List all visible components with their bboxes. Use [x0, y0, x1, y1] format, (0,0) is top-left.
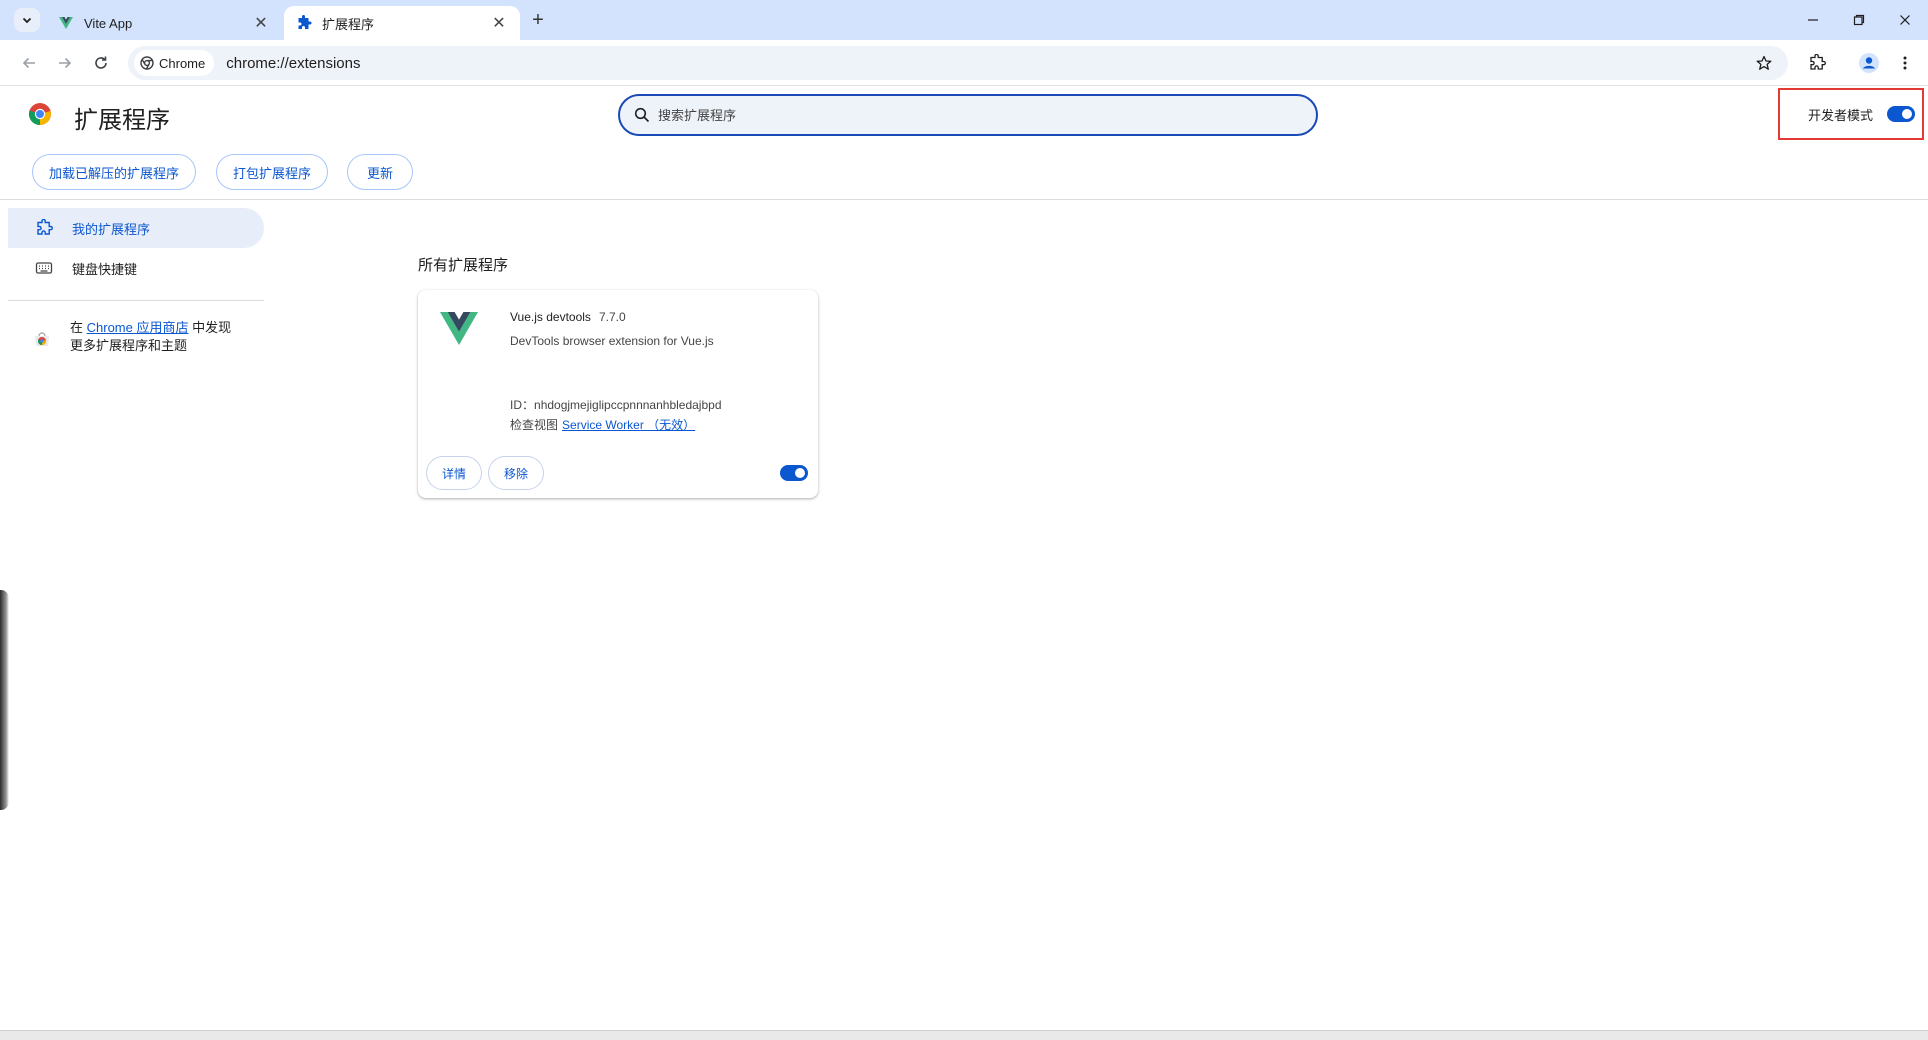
webstore-link[interactable]: Chrome 应用商店 — [87, 320, 189, 335]
vue-favicon-icon — [59, 17, 73, 29]
inspect-views-row: 检查视图 Service Worker （无效） — [510, 416, 695, 433]
reload-button[interactable] — [88, 50, 114, 76]
tab-close-icon[interactable]: ✕ — [490, 14, 508, 32]
extension-id: nhdogjmejiglipccpnnnanhbledajbpd — [534, 398, 722, 412]
developer-mode-toggle[interactable] — [1887, 106, 1916, 122]
minimize-icon — [1808, 19, 1818, 21]
arrow-left-icon — [22, 57, 35, 69]
webstore-prefix: 在 — [70, 320, 87, 335]
sidebar-item-my-extensions[interactable]: 我的扩展程序 — [8, 208, 264, 248]
star-icon — [1756, 55, 1772, 70]
tab-title: Vite App — [84, 15, 133, 31]
chip-label: Chrome — [159, 55, 206, 71]
sidebar-item-keyboard-shortcuts[interactable]: 键盘快捷键 — [8, 248, 264, 288]
extension-enable-toggle[interactable] — [780, 465, 808, 481]
url-text: chrome://extensions — [226, 54, 361, 72]
extension-id-row: ID：nhdogjmejiglipccpnnnanhbledajbpd — [510, 396, 722, 413]
developer-mode-control: 开发者模式 — [1778, 88, 1924, 140]
extension-version: 7.7.0 — [598, 310, 626, 324]
keyboard-icon — [34, 258, 54, 278]
puzzle-favicon-icon — [298, 15, 312, 29]
chrome-web-store-icon — [35, 332, 49, 346]
extension-card: Vue.js devtools 7.7.0 DevTools browser ex… — [418, 290, 818, 498]
vue-logo-icon — [440, 312, 478, 345]
sidebar-item-label: 键盘快捷键 — [72, 261, 138, 277]
chevron-down-icon — [22, 17, 32, 24]
site-info-chip[interactable]: Chrome — [134, 50, 215, 76]
load-unpacked-button[interactable]: 加载已解压的扩展程序 — [32, 154, 196, 190]
plus-icon: + — [532, 8, 544, 31]
sidebar-divider — [8, 300, 264, 301]
bookmark-button[interactable] — [1752, 51, 1776, 75]
forward-button[interactable] — [52, 50, 78, 76]
restore-button[interactable] — [1836, 0, 1882, 40]
extension-puzzle-icon — [34, 218, 54, 238]
tab-extensions[interactable]: 扩展程序 ✕ — [284, 6, 520, 40]
browser-toolbar: Chrome chrome://extensions — [0, 40, 1928, 86]
address-bar[interactable]: Chrome chrome://extensions — [128, 46, 1788, 80]
extension-description: DevTools browser extension for Vue.js — [510, 334, 714, 348]
bottom-edge — [0, 1030, 1928, 1040]
service-worker-link[interactable]: Service Worker （无效） — [562, 418, 695, 432]
sidebar: 我的扩展程序 键盘快捷键 在 Chrome 应用商店 中发现 更多扩展程序和主题 — [8, 208, 264, 355]
developer-mode-label: 开发者模式 — [1808, 107, 1874, 123]
tab-strip: Vite App ✕ 扩展程序 ✕ + — [0, 0, 1928, 40]
page-title: 扩展程序 — [74, 107, 170, 134]
webstore-promo: 在 Chrome 应用商店 中发现 更多扩展程序和主题 — [8, 313, 264, 355]
tab-search-button[interactable] — [14, 8, 40, 32]
remove-button[interactable]: 移除 — [488, 456, 544, 490]
tab-vite-app[interactable]: Vite App ✕ — [46, 6, 282, 40]
extensions-menu-button[interactable] — [1804, 50, 1830, 76]
close-window-button[interactable] — [1882, 0, 1928, 40]
webstore-text: 在 Chrome 应用商店 中发现 更多扩展程序和主题 — [70, 319, 231, 355]
extensions-header: 扩展程序 开发者模式 加载已解压的扩展程序 打包扩展程序 更新 — [0, 86, 1928, 200]
details-button[interactable]: 详情 — [426, 456, 482, 490]
chrome-logo-icon — [28, 103, 51, 126]
extension-name-row: Vue.js devtools 7.7.0 — [510, 310, 626, 324]
pack-extension-button[interactable]: 打包扩展程序 — [216, 154, 328, 190]
update-button[interactable]: 更新 — [347, 154, 413, 190]
webstore-suffix: 中发现 — [188, 320, 232, 335]
search-input[interactable] — [658, 107, 1258, 123]
minimize-button[interactable] — [1790, 0, 1836, 40]
close-icon — [1900, 15, 1910, 25]
new-tab-button[interactable]: + — [526, 8, 550, 32]
restore-icon — [1853, 14, 1865, 26]
webstore-line2: 更多扩展程序和主题 — [70, 338, 188, 353]
extension-card-footer: 详情 移除 — [426, 456, 810, 492]
extension-id-label: ID： — [510, 398, 535, 412]
back-button[interactable] — [16, 50, 42, 76]
more-vertical-icon — [1903, 56, 1907, 70]
puzzle-icon — [1810, 54, 1826, 70]
section-title: 所有扩展程序 — [418, 257, 509, 274]
tab-close-icon[interactable]: ✕ — [252, 14, 270, 32]
avatar-icon — [1859, 53, 1879, 73]
search-icon — [634, 107, 650, 123]
search-box[interactable] — [618, 94, 1318, 136]
sidebar-item-label: 我的扩展程序 — [72, 221, 151, 237]
left-edge-decoration — [0, 590, 9, 810]
arrow-right-icon — [59, 57, 72, 69]
chrome-logo-icon — [140, 56, 154, 70]
inspect-views-label: 检查视图 — [510, 418, 559, 432]
chrome-menu-button[interactable] — [1892, 50, 1918, 76]
tab-title: 扩展程序 — [322, 16, 375, 32]
profile-button[interactable] — [1856, 50, 1882, 76]
reload-icon — [95, 56, 107, 69]
extension-name: Vue.js devtools — [510, 310, 591, 324]
